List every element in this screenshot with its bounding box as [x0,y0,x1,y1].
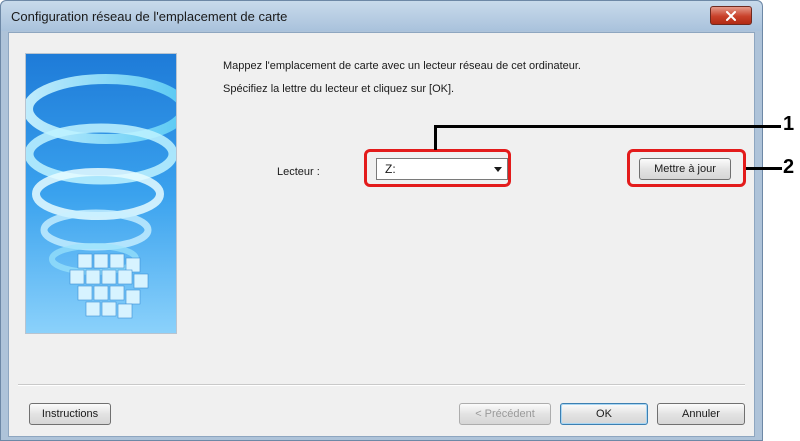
instruction-text-1: Mappez l'emplacement de carte avec un le… [223,60,581,72]
title-bar[interactable]: Configuration réseau de l'emplacement de… [1,1,762,31]
window-title: Configuration réseau de l'emplacement de… [11,9,288,24]
instructions-button[interactable]: Instructions [29,403,111,425]
close-button[interactable] [710,6,752,25]
dropdown-highlight-box [364,149,511,187]
callout-2-number: 2 [783,156,795,178]
callout-2-line [746,167,782,170]
callout-1-vertical-line [434,127,437,150]
footer-separator [18,384,745,386]
dialog-window: Configuration réseau de l'emplacement de… [0,0,763,441]
back-button[interactable]: < Précédent [459,403,551,425]
callout-1-number: 1 [783,113,795,135]
callout-1-horizontal-line [434,125,781,128]
drive-label: Lecteur : [277,166,320,178]
canon-rings-banner-image [25,53,177,334]
dialog-client-area: Mappez l'emplacement de carte avec un le… [8,32,755,437]
close-icon [726,10,736,21]
refresh-highlight-box [627,149,746,187]
instruction-text-2: Spécifiez la lettre du lecteur et clique… [223,83,455,95]
cancel-button[interactable]: Annuler [657,403,745,425]
ok-button[interactable]: OK [560,403,648,425]
